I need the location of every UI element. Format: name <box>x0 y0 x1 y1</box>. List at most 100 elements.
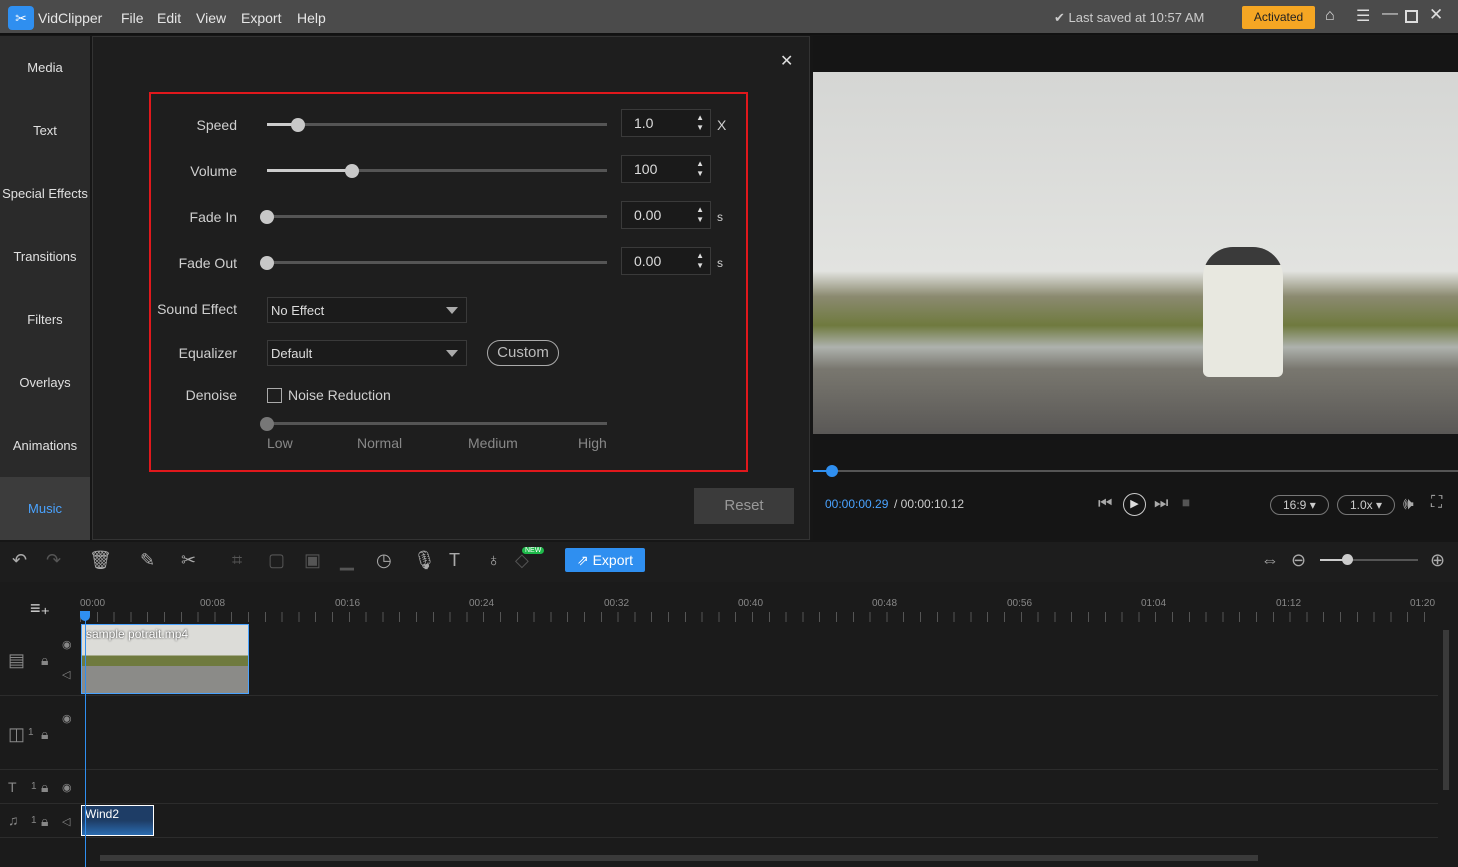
sidebar: Media Text Special Effects Transitions F… <box>0 36 90 540</box>
denoise-level-slider[interactable] <box>260 417 607 431</box>
speaker-icon[interactable]: ◁ <box>62 668 70 681</box>
menu-view[interactable]: View <box>196 10 226 26</box>
zoom-out-icon[interactable]: ⊖ <box>1291 550 1306 571</box>
audio-clip[interactable]: Wind2 <box>81 805 154 836</box>
lock-icon[interactable]: 🔒︎ <box>41 726 48 743</box>
spin-arrows-icon[interactable]: ▲ ▼ <box>696 251 704 271</box>
crop-icon[interactable]: ⌗ <box>232 550 242 571</box>
stop-icon[interactable]: ⏹ <box>1182 495 1190 513</box>
menu-help[interactable]: Help <box>297 10 326 26</box>
playhead-marker[interactable] <box>80 611 90 621</box>
audio-clip-label: Wind2 <box>85 807 120 821</box>
zoom-in-icon[interactable]: ⊕ <box>1430 550 1445 571</box>
eye-icon[interactable]: ◉ <box>62 712 72 725</box>
noise-reduction-checkbox[interactable] <box>267 388 282 403</box>
playback-progress[interactable] <box>813 470 1458 472</box>
play-icon[interactable]: ▶ <box>1123 493 1146 516</box>
speech-to-text-icon[interactable]: ♁ <box>487 550 501 571</box>
clock-icon[interactable]: ◷ <box>376 550 392 571</box>
speed-input[interactable]: 1.0 ▲ ▼ <box>621 109 711 137</box>
equalizer-dropdown[interactable]: Default <box>267 340 467 366</box>
hamburger-menu-icon[interactable]: ☰ <box>1356 6 1370 26</box>
video-clip[interactable]: sample potrait.mp4 <box>81 624 249 694</box>
reset-button[interactable]: Reset <box>694 488 794 524</box>
volume-slider[interactable] <box>267 164 607 178</box>
menu-edit[interactable]: Edit <box>157 10 181 26</box>
spin-arrows-icon[interactable]: ▲ ▼ <box>696 205 704 225</box>
edit-icon[interactable]: ✎ <box>140 550 155 571</box>
minimize-icon[interactable]: — <box>1382 5 1398 23</box>
custom-equalizer-button[interactable]: Custom <box>487 340 559 366</box>
undo-icon[interactable]: ↶ <box>12 550 27 571</box>
activated-button[interactable]: Activated <box>1242 6 1315 29</box>
sidebar-item-special-effects[interactable]: Special Effects <box>0 162 90 225</box>
fade-out-input[interactable]: 0.00 ▲ ▼ <box>621 247 711 275</box>
zoom-slider-knob[interactable] <box>1342 554 1353 565</box>
timeline-playhead[interactable] <box>85 612 86 867</box>
lock-icon[interactable]: 🔒︎ <box>41 813 48 830</box>
fit-timeline-icon[interactable]: ⇔ <box>1261 550 1279 571</box>
freeze-frame-icon[interactable]: ▣ <box>304 550 321 571</box>
close-icon[interactable]: ✕ <box>1429 5 1443 25</box>
fade-in-slider[interactable] <box>260 210 607 224</box>
vertical-scrollbar[interactable] <box>1443 630 1449 790</box>
maximize-icon[interactable] <box>1405 10 1418 23</box>
sidebar-item-transitions[interactable]: Transitions <box>0 225 90 288</box>
home-icon[interactable]: ⌂ <box>1325 7 1335 25</box>
text-to-speech-icon[interactable]: T <box>449 550 460 571</box>
lock-icon[interactable]: 🔒︎ <box>41 652 48 669</box>
fade-in-value: 0.00 <box>634 207 662 223</box>
eye-icon[interactable]: ◉ <box>62 781 72 794</box>
ruler-tick: 00:24 <box>469 598 495 609</box>
spin-arrows-icon[interactable]: ▲ ▼ <box>696 113 704 133</box>
volume-icon[interactable]: 🕪 <box>1403 494 1414 514</box>
speed-label: Speed <box>196 117 237 133</box>
horizontal-scrollbar[interactable] <box>100 855 1258 861</box>
menu-file[interactable]: File <box>121 10 144 26</box>
add-track-icon[interactable]: ≡₊ <box>30 598 50 619</box>
aspect-ratio-dropdown[interactable]: 16:9 ▾ <box>1270 495 1329 515</box>
speed-slider[interactable] <box>267 118 607 132</box>
sidebar-item-overlays[interactable]: Overlays <box>0 351 90 414</box>
playback-speed-dropdown[interactable]: 1.0x ▾ <box>1337 495 1396 515</box>
lock-icon[interactable]: 🔒︎ <box>41 779 48 796</box>
video-track-icon: ▤ <box>8 650 26 670</box>
sound-effect-dropdown[interactable]: No Effect <box>267 297 467 323</box>
next-frame-icon[interactable]: ⏭ <box>1154 495 1168 513</box>
text-track-number: 1 <box>31 781 37 792</box>
prev-frame-icon[interactable]: ⏮ <box>1098 495 1112 513</box>
volume-input[interactable]: 100 ▲ ▼ <box>621 155 711 183</box>
spin-arrows-icon[interactable]: ▲ ▼ <box>696 159 704 179</box>
ruler-tick: 00:16 <box>335 598 361 609</box>
timeline-zoom-slider[interactable] <box>1320 559 1418 561</box>
duration-icon[interactable]: ▁ <box>340 550 354 571</box>
sound-effect-value: No Effect <box>271 303 325 318</box>
close-panel-icon[interactable]: ✕ <box>780 51 793 71</box>
redo-icon[interactable]: ↷ <box>46 550 61 571</box>
fade-out-unit: s <box>717 256 723 270</box>
sidebar-item-animations[interactable]: Animations <box>0 414 90 477</box>
cut-icon[interactable]: ✂ <box>181 550 196 571</box>
microphone-icon[interactable]: 🎙 <box>413 550 436 571</box>
export-button[interactable]: ⇗ Export <box>565 548 645 572</box>
overlay-track-icon: ◫ <box>8 724 26 744</box>
fade-out-slider[interactable] <box>260 256 607 270</box>
playhead-handle[interactable] <box>826 465 838 477</box>
sidebar-item-music[interactable]: Music <box>0 477 90 540</box>
fullscreen-icon[interactable]: ⛶ <box>1431 494 1442 512</box>
delete-icon[interactable]: 🗑 <box>89 550 112 571</box>
fade-in-input[interactable]: 0.00 ▲ ▼ <box>621 201 711 229</box>
export-icon: ⇗ <box>576 552 593 568</box>
menu-export[interactable]: Export <box>241 10 281 26</box>
ruler-tick: 00:56 <box>1007 598 1033 609</box>
mosaic-icon[interactable]: ▢ <box>268 550 285 571</box>
level-high: High <box>578 435 607 451</box>
app-name: VidClipper <box>38 10 103 26</box>
denoise-label: Denoise <box>185 387 237 403</box>
sidebar-item-text[interactable]: Text <box>0 99 90 162</box>
noise-reduction-label: Noise Reduction <box>288 387 391 403</box>
sidebar-item-filters[interactable]: Filters <box>0 288 90 351</box>
eye-icon[interactable]: ◉ <box>62 638 72 651</box>
sidebar-item-media[interactable]: Media <box>0 36 90 99</box>
speaker-icon[interactable]: ◁ <box>62 815 70 828</box>
